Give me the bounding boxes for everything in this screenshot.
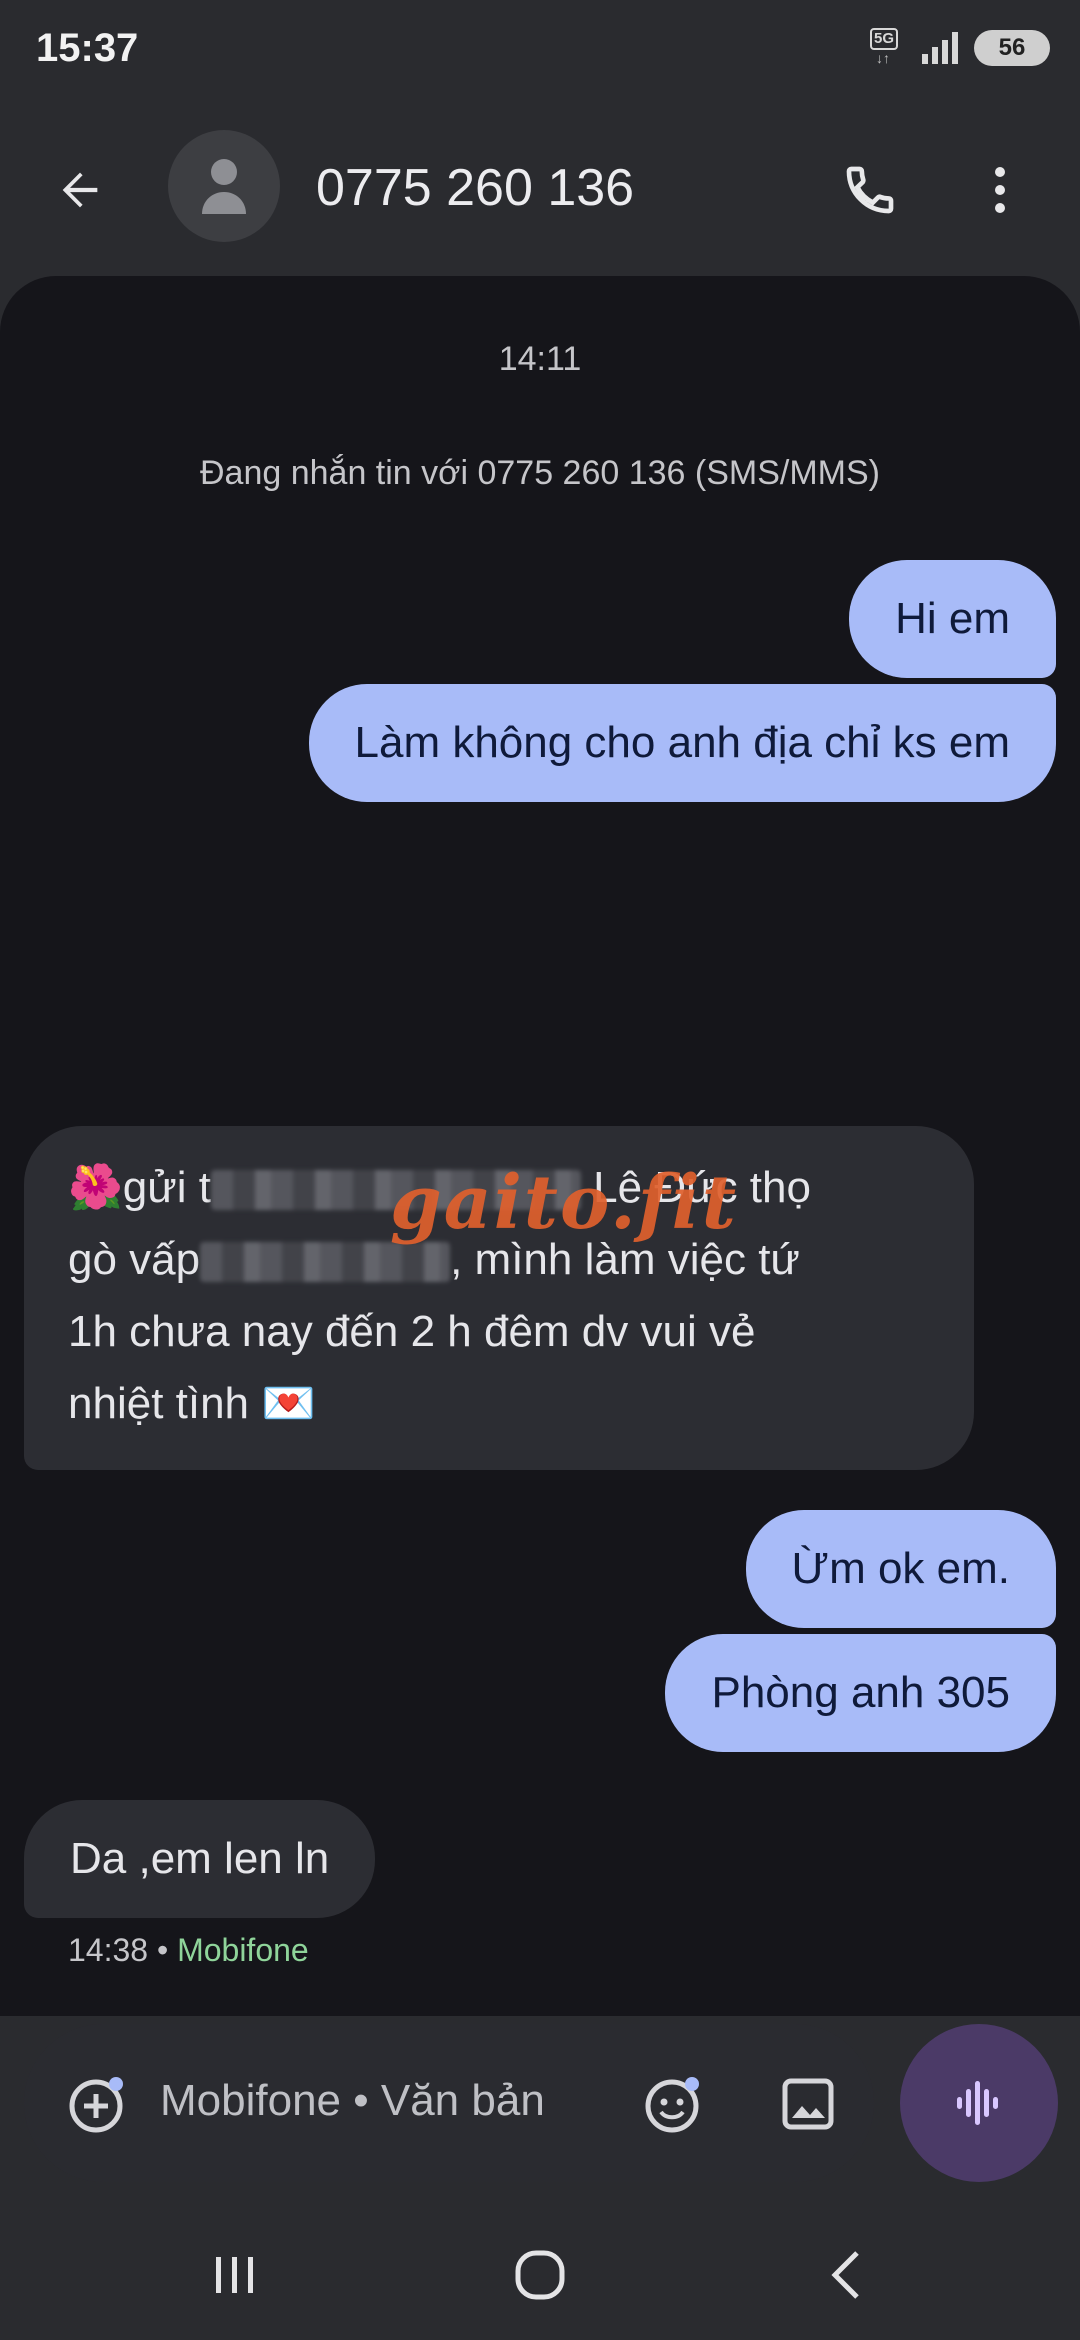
call-button[interactable] — [830, 150, 910, 230]
add-circle-icon — [69, 2077, 123, 2133]
battery-level: 56 — [998, 34, 1026, 61]
emoji-button[interactable] — [634, 2064, 714, 2144]
redacted-text — [200, 1242, 451, 1283]
message-meta: 14:38 • Mobifone — [68, 1932, 309, 1969]
image-icon — [782, 2078, 834, 2130]
incoming-message[interactable]: 🌺gửi t Lê Đức thọ gò vấp , mình làm việc … — [24, 1126, 974, 1470]
message-text: Lê Đức thọ — [580, 1163, 811, 1212]
system-navigation-bar — [0, 2200, 1080, 2340]
home-icon — [515, 2250, 565, 2300]
signal-icon — [922, 32, 958, 64]
home-button[interactable] — [500, 2240, 580, 2310]
add-attachment-button[interactable] — [58, 2064, 138, 2144]
message-text: gò vấp — [68, 1235, 201, 1284]
more-vertical-icon — [995, 167, 1005, 213]
status-bar: 15:37 5G ↓↑ 56 — [0, 0, 1080, 100]
arrow-left-icon — [62, 172, 98, 208]
outgoing-message[interactable]: Hi em — [849, 560, 1056, 678]
conversation-timestamp: 14:11 — [498, 340, 582, 378]
nav-back-button[interactable] — [810, 2240, 880, 2310]
incoming-message[interactable]: Da ,em len ln — [24, 1800, 376, 1918]
message-line: 🌺gửi t Lê Đức thọ — [68, 1152, 930, 1224]
back-button[interactable] — [40, 150, 120, 230]
emoji-icon — [645, 2077, 699, 2133]
chevron-left-icon — [831, 2251, 859, 2299]
phone-icon — [846, 166, 894, 214]
status-icons: 5G ↓↑ 56 — [870, 28, 1050, 68]
recents-icon — [216, 2257, 253, 2293]
contact-title: 0775 260 136 — [316, 159, 635, 217]
message-text: , mình làm việc tứ — [450, 1235, 800, 1284]
voice-waveform-icon — [957, 2081, 998, 2125]
contact-avatar[interactable] — [168, 130, 280, 242]
recent-apps-button[interactable] — [200, 2240, 270, 2310]
conversation-info: Đang nhắn tin với 0775 260 136 (SMS/MMS) — [200, 454, 880, 492]
redacted-text — [210, 1170, 581, 1211]
person-icon — [202, 159, 246, 214]
message-time: 14:38 — [68, 1932, 149, 1968]
network-5g-icon: 5G ↓↑ — [870, 28, 906, 68]
love-letter-emoji: 💌 — [261, 1379, 317, 1428]
message-input[interactable]: Mobifone • Văn bản — [160, 2076, 545, 2126]
message-line: gò vấp , mình làm việc tứ — [68, 1224, 930, 1296]
voice-message-button[interactable] — [900, 2024, 1058, 2182]
outgoing-message[interactable]: Ừm ok em. — [745, 1510, 1056, 1628]
meta-separator: • — [156, 1932, 169, 1968]
status-time: 15:37 — [36, 26, 139, 70]
data-arrows-icon: ↓↑ — [876, 50, 890, 66]
more-options-button[interactable] — [960, 150, 1040, 230]
message-line: 1h chưa nay đến 2 h đêm dv vui vẻ — [68, 1307, 756, 1356]
outgoing-message[interactable]: Phòng anh 305 — [665, 1634, 1056, 1752]
message-composer[interactable]: Mobifone • Văn bản — [24, 2024, 874, 2182]
message-carrier: Mobifone — [177, 1932, 309, 1968]
conversation-header: 0775 260 136 — [0, 110, 1080, 260]
gallery-button[interactable] — [768, 2064, 848, 2144]
message-line: nhiệt tình 💌 — [68, 1368, 930, 1440]
message-text: gửi t — [122, 1163, 211, 1212]
hibiscus-emoji: 🌺 — [68, 1163, 123, 1212]
battery-icon: 56 — [974, 30, 1050, 66]
network-type-badge: 5G — [870, 28, 899, 50]
message-text: nhiệt tình — [68, 1379, 250, 1428]
outgoing-message[interactable]: Làm không cho anh địa chỉ ks em — [308, 684, 1056, 802]
